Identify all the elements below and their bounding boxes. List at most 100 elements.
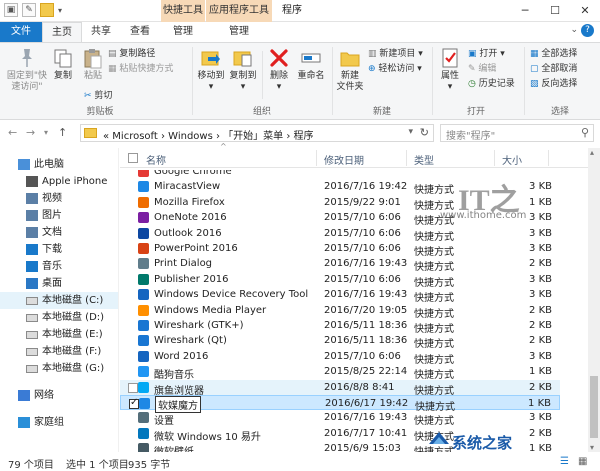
file-date: 2016/7/17 10:41: [324, 427, 408, 439]
scroll-thumb[interactable]: [590, 376, 598, 438]
select-all-label: 全部选择: [541, 49, 578, 59]
delete-button[interactable]: 删除 ▾: [266, 47, 292, 93]
new-folder-quick-icon[interactable]: [40, 3, 54, 17]
details-view-icon[interactable]: ☰: [560, 456, 569, 467]
row-checkbox[interactable]: [128, 382, 138, 393]
file-row[interactable]: PowerPoint 2016 2015/7/10 6:06 快捷方式 3 KB: [120, 241, 560, 258]
paste-button[interactable]: 粘贴: [78, 47, 108, 82]
help-icon[interactable]: ?: [581, 24, 594, 37]
copy-button[interactable]: 复制: [50, 47, 76, 82]
file-size: 3 KB: [529, 243, 552, 254]
shortcut-icon: [138, 258, 149, 270]
recent-dropdown-icon[interactable]: ▾: [44, 128, 48, 137]
scroll-down-icon[interactable]: ▾: [590, 443, 594, 452]
file-row[interactable]: 旗鱼浏览器 2016/8/8 8:41 快捷方式 2 KB: [120, 379, 560, 397]
tab-file[interactable]: 文件: [0, 22, 42, 42]
tab-manage-shortcut[interactable]: 管理: [162, 22, 204, 42]
breadcrumb[interactable]: « Microsoft › Windows › 「开始」菜单 › 程序: [103, 127, 314, 142]
nav-item[interactable]: 本地磁盘 (C:): [0, 292, 118, 309]
copy-to-button[interactable]: 复制到 ▾: [228, 47, 258, 93]
open-button[interactable]: ▣ 打开 ▾: [468, 48, 505, 60]
address-dropdown-icon[interactable]: ▾: [408, 127, 413, 137]
nav-item[interactable]: 音乐: [0, 258, 118, 275]
file-row[interactable]: Outlook 2016 2015/7/10 6:06 快捷方式 3 KB: [120, 226, 560, 243]
collapse-ribbon-icon[interactable]: ⌄: [570, 25, 578, 35]
scroll-up-icon[interactable]: ▴: [590, 148, 594, 157]
copy-path-button[interactable]: ▤ 复制路径: [108, 48, 155, 60]
cut-button[interactable]: ✂ 剪切: [84, 90, 112, 102]
nav-item[interactable]: 本地磁盘 (F:): [0, 343, 118, 360]
nav-item[interactable]: 文档: [0, 224, 118, 241]
nav-item[interactable]: 图片: [0, 207, 118, 224]
invert-selection-button[interactable]: ▧ 反向选择: [530, 78, 577, 90]
column-size[interactable]: 大小: [502, 152, 522, 167]
nav-item[interactable]: 网络: [0, 387, 118, 404]
select-all-button[interactable]: ▦ 全部选择: [530, 48, 577, 60]
row-checkbox[interactable]: [129, 397, 139, 409]
tab-view[interactable]: 查看: [120, 22, 160, 42]
nav-item[interactable]: 视频: [0, 190, 118, 207]
folder-icon: [84, 128, 97, 138]
tab-home[interactable]: 主页: [42, 22, 82, 42]
new-item-button[interactable]: ▥ 新建项目 ▾: [368, 48, 423, 60]
column-date[interactable]: 修改日期: [324, 152, 364, 167]
file-size: 2 KB: [529, 381, 552, 393]
rename-button[interactable]: 重命名: [294, 47, 328, 82]
forward-arrow-icon[interactable]: →: [26, 126, 35, 139]
file-row[interactable]: Publisher 2016 2015/7/10 6:06 快捷方式 3 KB: [120, 272, 560, 289]
close-button[interactable]: ✕: [570, 0, 600, 22]
file-row[interactable]: Print Dialog 2016/7/16 19:43 快捷方式 2 KB: [120, 256, 560, 273]
file-size: 1 KB: [529, 443, 552, 452]
tab-manage-app[interactable]: 管理: [216, 22, 262, 42]
search-input[interactable]: 搜索"程序" ⚲: [440, 124, 594, 142]
easy-access-button[interactable]: ⊕ 轻松访问 ▾: [368, 63, 422, 75]
nav-item[interactable]: 家庭组: [0, 414, 118, 431]
app-icon[interactable]: ▣: [4, 3, 18, 17]
file-row[interactable]: 酷狗音乐 2015/8/25 22:14 快捷方式 1 KB: [120, 364, 560, 381]
copy-to-icon: [233, 51, 252, 67]
properties-quick-icon[interactable]: ✎: [22, 3, 36, 17]
select-none-button[interactable]: ▢ 全部取消: [530, 63, 577, 75]
file-row[interactable]: Word 2016 2015/7/10 6:06 快捷方式 3 KB: [120, 349, 560, 366]
nav-item[interactable]: Apple iPhone: [0, 173, 118, 190]
file-row[interactable]: Windows Device Recovery Tool 2016/7/16 19…: [120, 287, 560, 304]
documents-folder-icon: [26, 227, 38, 238]
nav-item[interactable]: 桌面: [0, 275, 118, 292]
tab-share[interactable]: 共享: [82, 22, 120, 42]
file-row[interactable]: 软媒魔方2016/6/17 19:42快捷方式1 KB: [120, 395, 560, 413]
maximize-button[interactable]: ☐: [540, 0, 570, 22]
nav-item[interactable]: 本地磁盘 (D:): [0, 309, 118, 326]
qat-dropdown-icon[interactable]: ▾: [58, 6, 62, 15]
edit-button[interactable]: ✎ 编辑: [468, 63, 496, 75]
file-row[interactable]: 设置 2016/7/16 19:43 快捷方式 3 KB: [120, 410, 560, 427]
up-arrow-icon[interactable]: ↑: [58, 126, 67, 139]
tiles-view-icon[interactable]: ▦: [578, 456, 587, 467]
new-folder-button[interactable]: 新建 文件夹: [334, 47, 366, 93]
address-bar[interactable]: « Microsoft › Windows › 「开始」菜单 › 程序 ▾ ↻: [80, 124, 434, 142]
select-all-checkbox[interactable]: [128, 153, 138, 163]
file-name: OneNote 2016: [154, 212, 227, 224]
properties-button[interactable]: 属性 ▾: [436, 47, 464, 93]
nav-item[interactable]: 本地磁盘 (E:): [0, 326, 118, 343]
file-size: 3 KB: [529, 212, 552, 224]
vertical-scrollbar[interactable]: ▴ ▾: [588, 148, 600, 452]
paste-shortcut-button[interactable]: ▦ 粘贴快捷方式: [108, 63, 173, 75]
file-size: 1 KB: [528, 398, 551, 409]
shortcut-icon: [138, 350, 149, 362]
pin-quick-access-button[interactable]: 固定到"快 速访问": [4, 47, 50, 93]
history-button[interactable]: ◷ 历史记录: [468, 78, 515, 90]
column-type[interactable]: 类型: [414, 152, 434, 167]
nav-item[interactable]: 此电脑: [0, 156, 118, 173]
file-row[interactable]: Windows Media Player 2016/7/20 19:05 快捷方式 2…: [120, 303, 560, 320]
refresh-icon[interactable]: ↻: [420, 126, 429, 139]
nav-item[interactable]: 下载: [0, 241, 118, 258]
file-row[interactable]: Wireshark (Qt) 2016/5/11 18:36 快捷方式 2 KB: [120, 333, 560, 350]
nav-item[interactable]: 本地磁盘 (G:): [0, 360, 118, 377]
file-row[interactable]: Wireshark (GTK+) 2016/5/11 18:36 快捷方式 2 KB: [120, 318, 560, 335]
minimize-button[interactable]: ─: [510, 0, 540, 22]
column-name[interactable]: 名称: [146, 152, 166, 167]
move-to-button[interactable]: 移动到 ▾: [196, 47, 226, 93]
site-watermark: 系统之家: [452, 434, 513, 452]
window-title: 程序: [282, 5, 302, 16]
back-arrow-icon[interactable]: ←: [8, 126, 17, 139]
